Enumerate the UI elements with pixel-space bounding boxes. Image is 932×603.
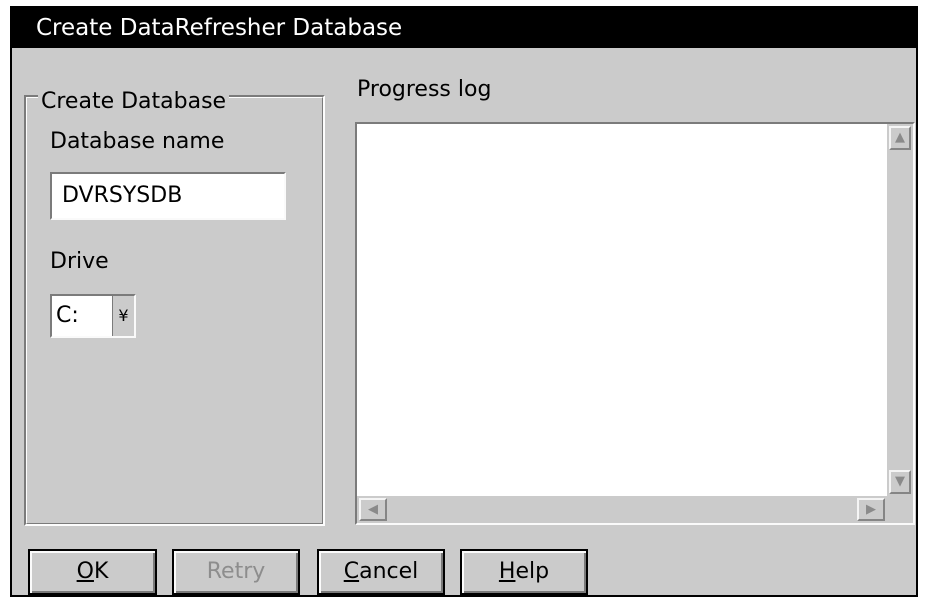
window-title: Create DataRefresher Database [36,15,403,41]
scrollbar-corner [887,496,913,523]
drive-value: C: [56,303,79,328]
database-name-input[interactable]: DVRSYSDB [50,172,286,220]
help-button[interactable]: Help [460,549,588,595]
retry-button[interactable]: Retry [172,549,300,595]
ok-mnemonic: O [76,559,94,584]
cancel-mnemonic: C [343,559,360,584]
ok-button[interactable]: OK [28,549,157,595]
title-bar[interactable]: Create DataRefresher Database [12,8,916,48]
retry-label: Retry [206,559,266,584]
progress-log-label: Progress log [357,77,492,102]
vertical-scrollbar[interactable]: ▲ ▼ [887,124,913,496]
progress-log: ▲ ▼ ◀ ▶ [355,122,915,525]
create-database-dialog: Create DataRefresher Database Create Dat… [10,6,918,597]
cancel-button[interactable]: Cancel [317,549,445,595]
create-database-group-label: Create Database [38,87,230,117]
help-mnemonic: H [498,559,516,584]
scroll-right-icon[interactable]: ▶ [857,498,885,521]
ok-label-rest: K [93,559,109,584]
scroll-left-icon[interactable]: ◀ [359,498,387,521]
chevron-down-icon[interactable]: ¥ [112,296,134,336]
drive-label: Drive [50,249,109,274]
scroll-down-icon[interactable]: ▼ [889,470,911,494]
database-name-label: Database name [50,129,225,154]
drive-dropdown[interactable]: C: ¥ [50,294,136,338]
horizontal-scrollbar[interactable]: ◀ ▶ [357,496,887,523]
scroll-up-icon[interactable]: ▲ [889,126,911,150]
cancel-label-rest: ancel [359,559,419,584]
progress-log-text[interactable] [357,124,887,496]
help-label-rest: elp [515,559,550,584]
